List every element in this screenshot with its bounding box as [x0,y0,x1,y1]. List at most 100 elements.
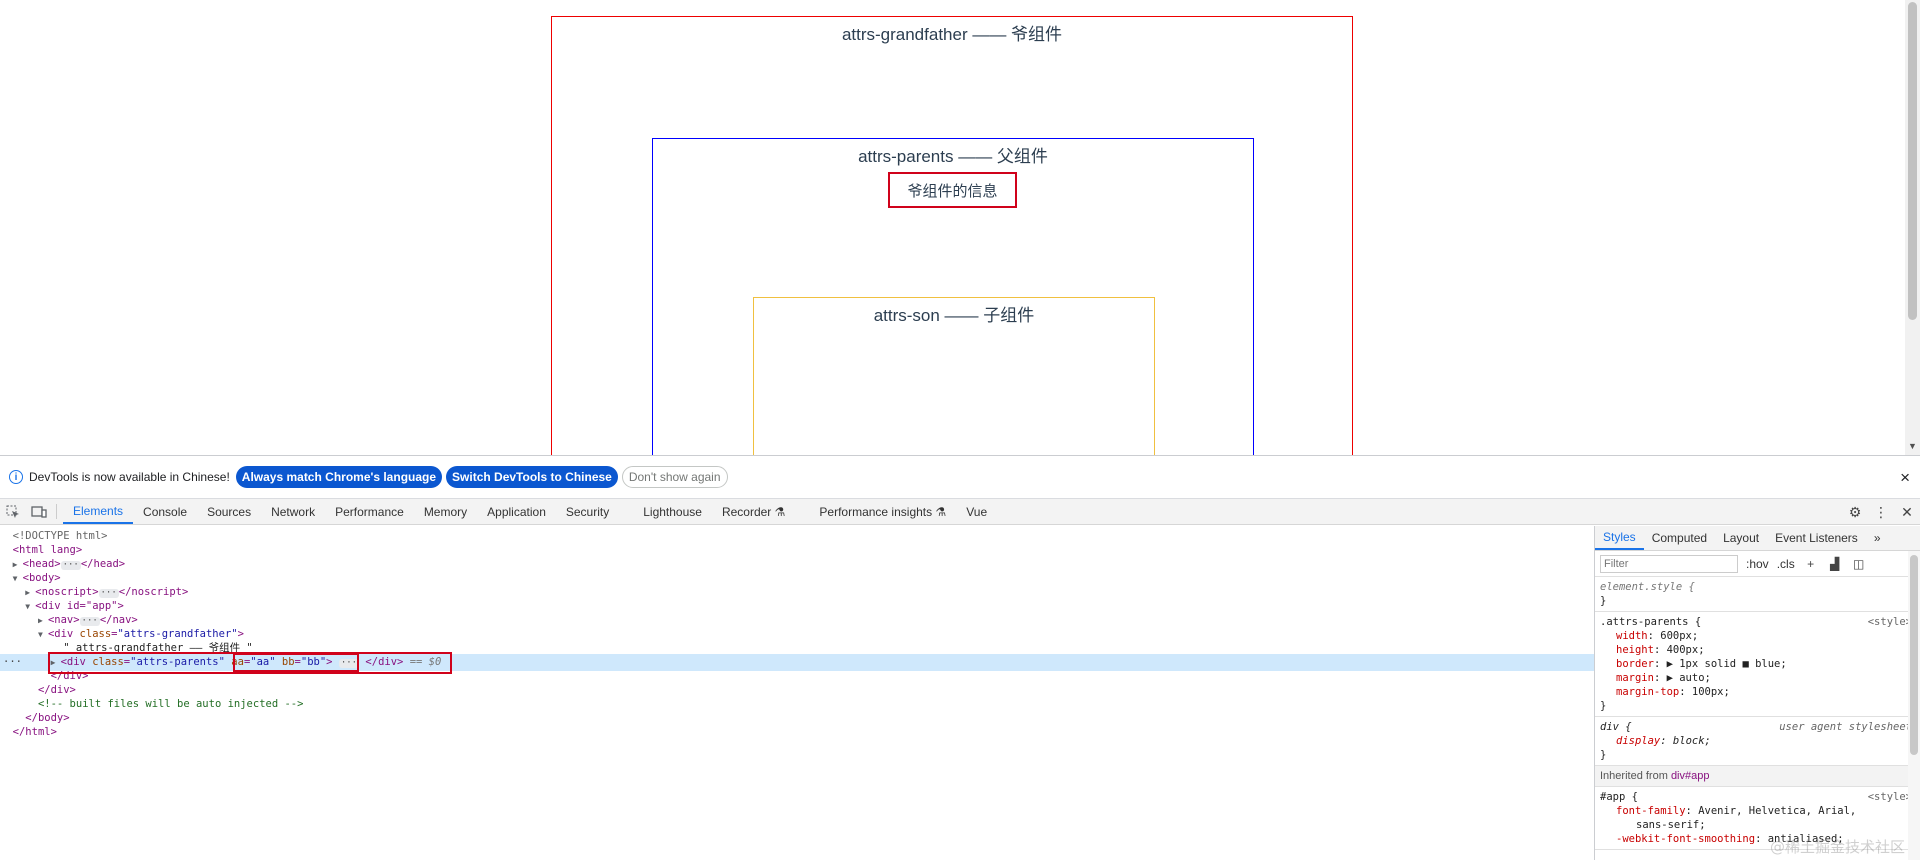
more-options-icon[interactable]: ⋮ [1868,504,1894,521]
div-gf-val: "attrs-grandfather" [117,628,238,640]
rule-source-link[interactable]: <style> [1868,790,1912,804]
dont-show-again-button[interactable]: Don't show again [621,466,728,488]
doctype-text: <!DOCTYPE html> [12,530,108,542]
head-close-tag: </head> [80,558,126,570]
toggle-sidebar-icon[interactable]: ◫ [1851,557,1867,571]
devtools-main: <!DOCTYPE html> <html lang> ▶ <head> ··· </… [0,526,1920,860]
html-close-tag: </html> [12,726,57,738]
tab-application[interactable]: Application [477,499,556,524]
inherited-ref-link[interactable]: div#app [1671,770,1710,782]
tab-security[interactable]: Security [556,499,619,524]
elements-tree: <!DOCTYPE html> <html lang> ▶ <head> ··· </… [0,526,1595,860]
tree-line-html-close[interactable]: </html> [0,724,1594,741]
css-property-height[interactable]: height: 400px; [1600,643,1915,657]
css-property-border[interactable]: border: ▶ 1px solid ■ blue; [1600,657,1915,671]
cls-toggle[interactable]: .cls [1777,557,1795,571]
nav-tag: <nav> [47,614,80,626]
tab-recorder[interactable]: Recorder ⚗ [712,499,795,524]
styles-filter-input[interactable] [1600,554,1738,573]
parents-component: attrs-parents —— 父组件 爷组件的信息 attrs-son ——… [652,138,1254,455]
devtools-panel: i DevTools is now available in Chinese! … [0,455,1920,860]
inspect-element-icon[interactable] [0,499,26,524]
tab-vue[interactable]: Vue [956,499,997,524]
div-gf-attr: class [79,628,112,640]
son-title: attrs-son —— 子组件 [873,306,1035,325]
more-tabs-chevron-icon[interactable]: » [1866,526,1889,550]
always-match-language-button[interactable]: Always match Chrome's language [235,466,443,488]
scroll-down-arrow-icon[interactable]: ▼ [1908,441,1917,451]
rule-source-link[interactable]: <style> [1868,615,1912,629]
toolbar-right-controls: ⚙ ⋮ ✕ [1842,499,1920,525]
watermark-text: @稀土掘金技术社区 [1769,838,1905,856]
noscript-close-tag: </noscript> [118,586,189,598]
head-tag: <head> [22,558,61,570]
infobar-message: DevTools is now available in Chinese! [29,470,230,484]
hov-toggle[interactable]: :hov [1746,557,1769,571]
css-property-margin-top[interactable]: margin-top: 100px; [1600,685,1915,699]
parents-title: attrs-parents —— 父组件 [858,147,1048,166]
html-open-tag: <html lang> [12,544,83,556]
inherited-label: Inherited from [1600,770,1668,782]
grandfather-title: attrs-grandfather —— 爷组件 [841,25,1063,44]
new-style-rule-icon[interactable]: + [1803,557,1819,571]
switch-to-chinese-button[interactable]: Switch DevTools to Chinese [446,466,618,488]
css-property-font-family[interactable]: font-family: Avenir, Helvetica, Arial, [1600,804,1915,818]
styles-tab-bar: Styles Computed Layout Event Listeners » [1595,526,1920,551]
toolbar-divider [56,504,57,519]
tab-lighthouse[interactable]: Lighthouse [633,499,712,524]
device-toolbar-icon[interactable] [26,499,52,524]
tab-network[interactable]: Network [261,499,325,524]
body-open-tag: <body> [22,572,61,584]
highlight-custom-attrs [233,653,359,672]
css-property-display[interactable]: display: block; [1600,734,1915,748]
styles-scrollbar[interactable] [1908,551,1920,860]
css-property-width[interactable]: width: 600px; [1600,629,1915,643]
close-devtools-icon[interactable]: ✕ [1894,504,1920,521]
ellipsis-icon[interactable]: ··· [60,561,81,570]
language-infobar: i DevTools is now available in Chinese! … [0,456,1920,499]
styles-scrollbar-thumb[interactable] [1910,555,1918,755]
tab-event-listeners[interactable]: Event Listeners [1767,526,1866,550]
noscript-tag: <noscript> [35,586,99,598]
tab-memory[interactable]: Memory [414,499,477,524]
user-agent-source: user agent stylesheet [1779,721,1912,733]
element-style-selector: element.style { [1600,581,1695,593]
grandfather-info-box: 爷组件的信息 [888,172,1017,208]
rule-close-brace: } [1600,595,1607,607]
rule-close-brace: } [1600,749,1607,761]
comment-node: <!-- built files will be auto injected -… [37,698,304,710]
close-icon[interactable]: × [1900,468,1910,488]
info-icon: i [9,470,23,484]
div-ua-rule[interactable]: user agent stylesheet div { display: blo… [1595,717,1920,766]
page-scrollbar-thumb[interactable] [1908,2,1917,320]
inherited-from-header: Inherited from div#app [1595,766,1920,787]
tab-console[interactable]: Console [133,499,197,524]
styles-pane: Styles Computed Layout Event Listeners »… [1595,526,1920,860]
paint-brush-icon[interactable]: ▟ [1827,557,1843,571]
body-close-tag: </body> [25,712,70,724]
styles-filter-bar: :hov .cls + ▟ ◫ [1595,551,1920,577]
tab-styles[interactable]: Styles [1595,526,1644,550]
nav-close-tag: </nav> [99,614,138,626]
div-close-tag: </div> [37,684,76,696]
grandfather-component: attrs-grandfather —— 爷组件 attrs-parents —… [551,16,1353,455]
div-gf-tag: <div [47,628,80,640]
page-viewport: attrs-grandfather —— 爷组件 attrs-parents —… [0,0,1920,455]
tab-performance[interactable]: Performance [325,499,414,524]
ellipsis-icon[interactable]: ··· [79,617,100,626]
css-property-margin[interactable]: margin: ▶ auto; [1600,671,1915,685]
tab-layout[interactable]: Layout [1715,526,1767,550]
settings-gear-icon[interactable]: ⚙ [1842,504,1868,521]
ellipsis-icon[interactable]: ··· [98,589,119,598]
attrs-parents-rule[interactable]: <style> .attrs-parents { width: 600px; h… [1595,612,1920,717]
div-app-tag: <div id="app"> [35,600,124,612]
son-component: attrs-son —— 子组件 [753,297,1155,455]
tab-elements[interactable]: Elements [63,499,134,524]
tab-computed[interactable]: Computed [1644,526,1715,550]
tab-performance-insights[interactable]: Performance insights ⚗ [809,499,956,524]
page-scrollbar[interactable]: ▼ [1905,0,1920,455]
rule-close-brace: } [1600,700,1607,712]
css-property-continuation: sans-serif; [1636,819,1706,831]
element-style-rule[interactable]: element.style { } [1595,577,1920,612]
tab-sources[interactable]: Sources [197,499,261,524]
